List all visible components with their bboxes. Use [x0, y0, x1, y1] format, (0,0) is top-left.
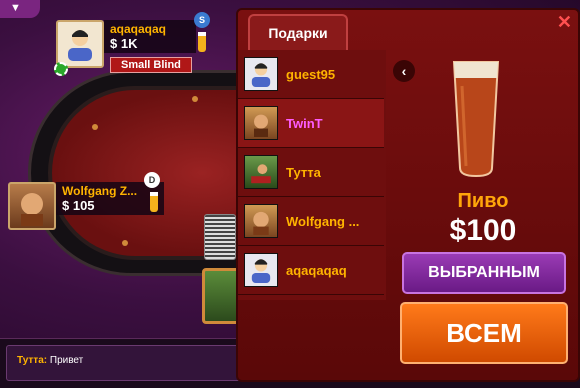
- send-to-selected-button[interactable]: ВЫБРАННЫМ: [402, 252, 566, 294]
- table-rivet: [92, 124, 98, 130]
- recipient-name: guest95: [286, 66, 336, 82]
- list-item[interactable]: guest95: [238, 50, 384, 99]
- drink-glass-icon: [198, 32, 206, 52]
- close-icon[interactable]: ✕: [557, 12, 572, 33]
- chat-author: Тутта:: [17, 355, 48, 366]
- card-back: [204, 214, 236, 260]
- gift-name: Пиво: [457, 190, 509, 212]
- chevron-down-icon: ▼: [10, 2, 21, 14]
- tab-gifts[interactable]: Подарки: [248, 14, 348, 50]
- chevron-left-icon[interactable]: ‹: [393, 60, 415, 82]
- player-name: Wolfgang Z...: [62, 184, 138, 198]
- gift-price: $100: [449, 214, 517, 247]
- default-avatar-icon: [68, 30, 92, 61]
- avatar: [8, 182, 56, 230]
- dealer-button: D: [144, 172, 160, 188]
- list-item[interactable]: aqaqaqaq: [238, 246, 384, 295]
- chat-text: Привет: [47, 355, 84, 366]
- recipient-name: TwinT: [286, 115, 323, 131]
- default-avatar-icon: [244, 57, 278, 91]
- drink-glass-icon: [150, 192, 158, 212]
- avatar: [56, 20, 104, 68]
- player-chips: $ 1K: [110, 36, 138, 51]
- photo-avatar-icon: [244, 106, 278, 140]
- list-item[interactable]: Wolfgang ...: [238, 197, 384, 246]
- player-seat-2[interactable]: Wolfgang Z... $ 105: [8, 182, 164, 230]
- default-avatar-icon: [244, 253, 278, 287]
- menu-toggle-button[interactable]: ▼: [0, 0, 40, 18]
- player-info: aqaqaqaq $ 1K: [104, 20, 196, 53]
- gifts-panel: Подарки ✕ guest95 TwinT Тутта Wolfgang .…: [236, 8, 580, 382]
- recipient-name: Тутта: [286, 164, 321, 180]
- list-item[interactable]: Тутта: [238, 148, 384, 197]
- chat-message: Тутта: Привет: [17, 355, 83, 366]
- recipient-name: Wolfgang ...: [286, 213, 360, 229]
- photo-avatar-icon: [244, 155, 278, 189]
- table-rivet: [122, 240, 128, 246]
- table-rivet: [192, 96, 198, 102]
- photo-avatar-icon: [244, 204, 278, 238]
- small-blind-marker: S: [194, 12, 210, 28]
- blind-label: Small Blind: [110, 57, 192, 73]
- list-item[interactable]: TwinT: [238, 99, 384, 148]
- recipient-name: aqaqaqaq: [286, 262, 347, 278]
- recipient-list: guest95 TwinT Тутта Wolfgang ... aqaqaqa…: [238, 50, 386, 300]
- photo-avatar-icon: [21, 193, 43, 226]
- player-name: aqaqaqaq: [110, 22, 167, 36]
- chip-stack-icon: [54, 62, 68, 76]
- player-chips: $ 105: [62, 198, 95, 213]
- beer-glass-icon: [452, 61, 500, 178]
- send-to-all-button[interactable]: ВСЕМ: [400, 302, 568, 364]
